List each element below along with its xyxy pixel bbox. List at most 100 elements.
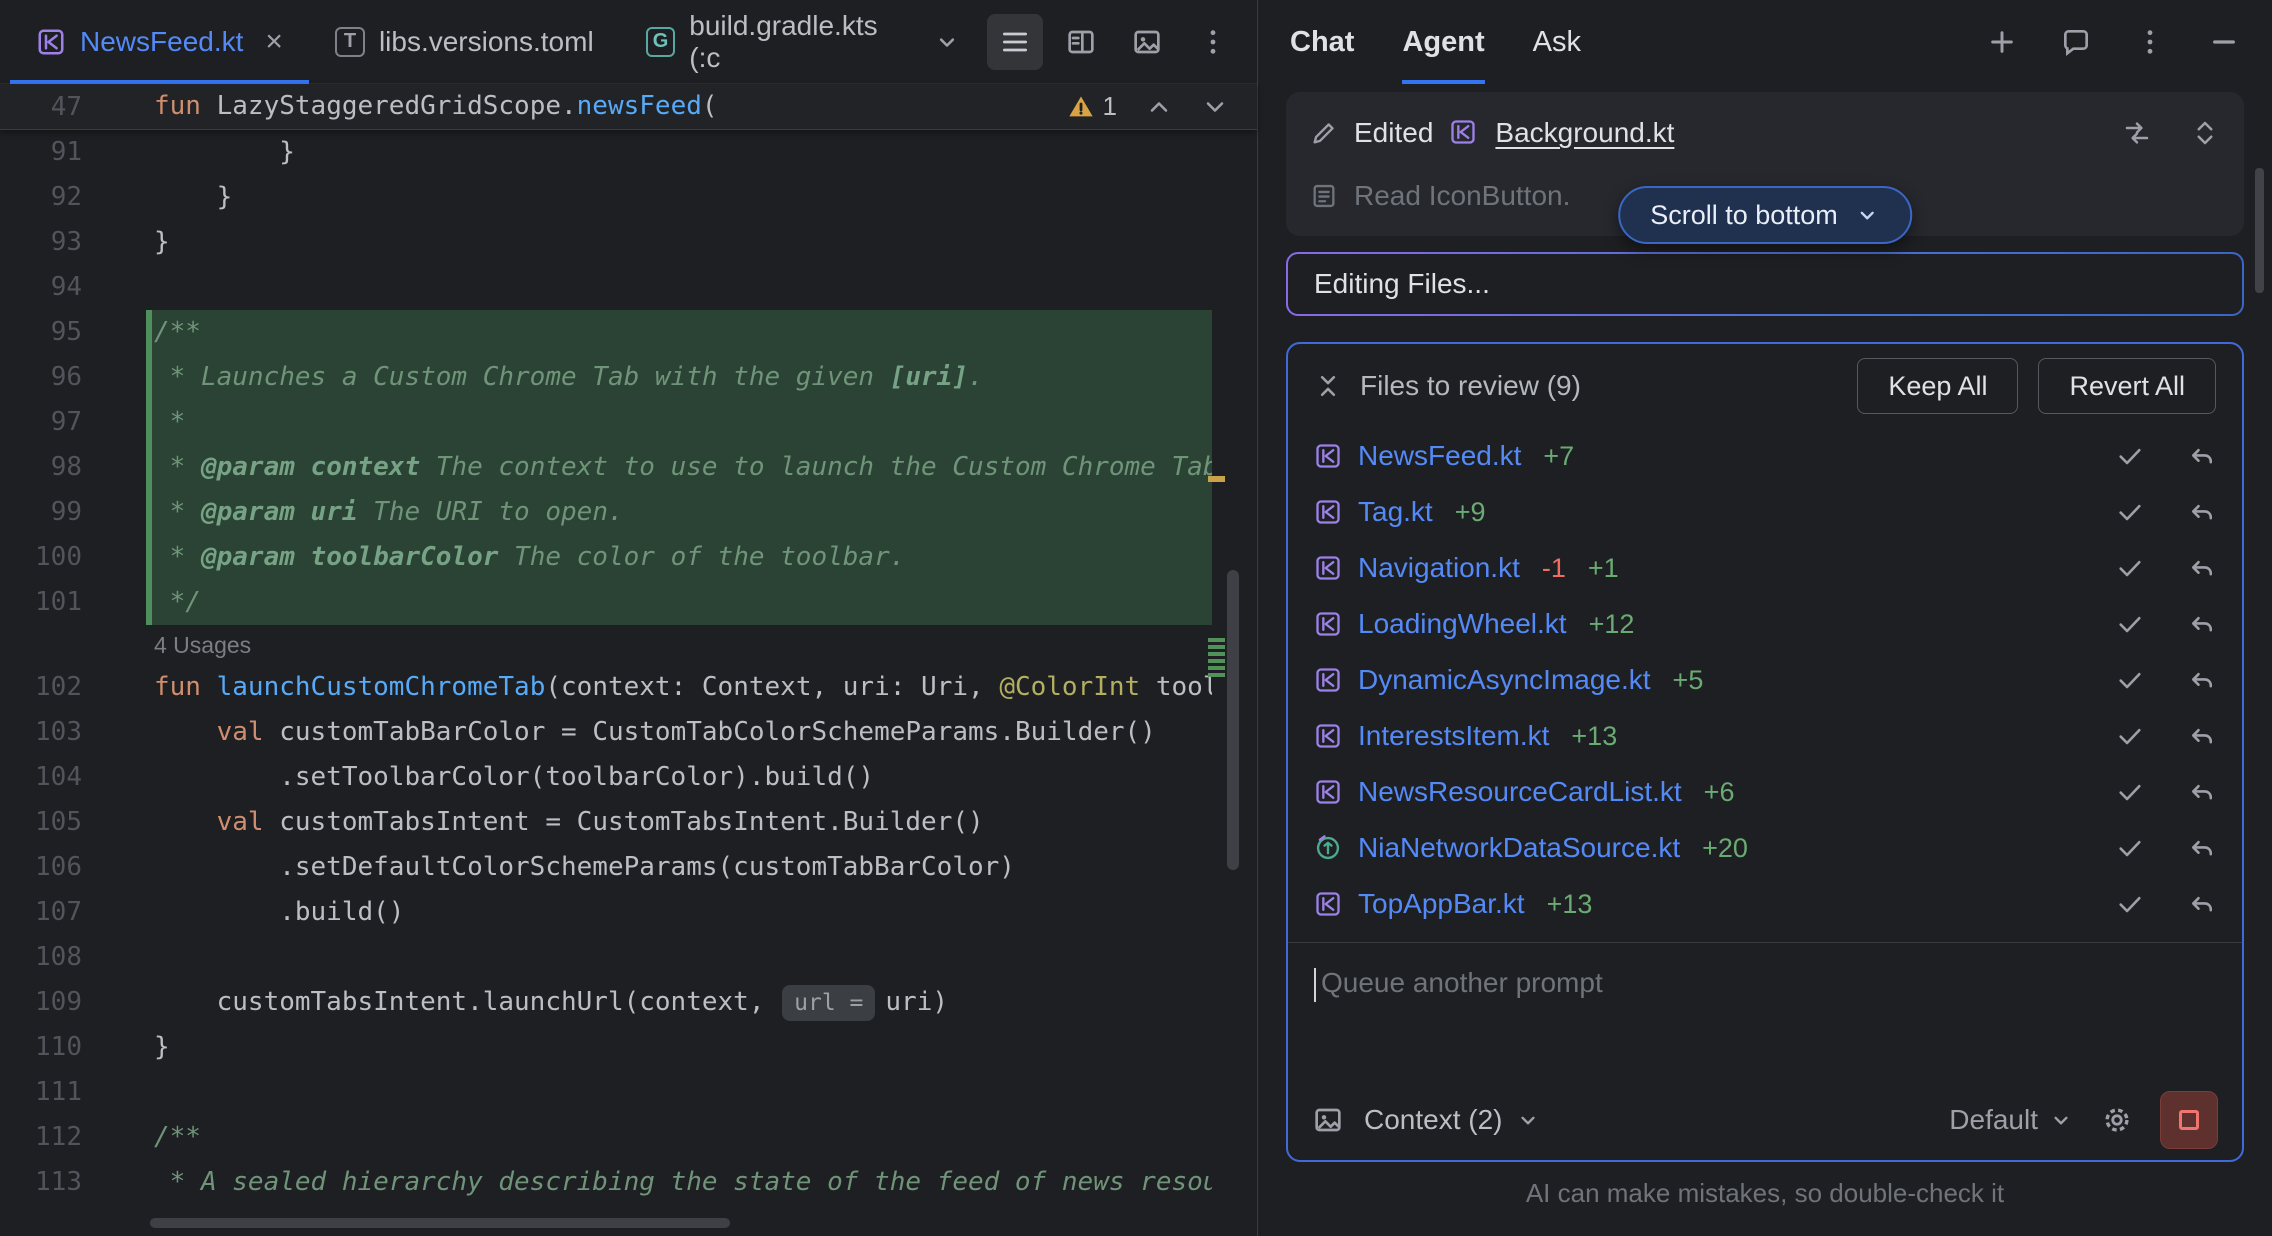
settings-gear-icon[interactable]	[2100, 1103, 2134, 1137]
more-options-kebab-icon[interactable]	[2134, 26, 2166, 58]
file-link[interactable]: TopAppBar.kt	[1358, 888, 1525, 920]
kotlin-file-icon	[36, 27, 66, 57]
tab-libs-versions-toml[interactable]: T libs.versions.toml	[309, 0, 620, 83]
hide-panel-icon[interactable]	[2208, 26, 2240, 58]
revert-file-undo-icon[interactable]	[2188, 442, 2216, 470]
warning-stripe-mark[interactable]	[1208, 476, 1225, 482]
keep-file-check-icon[interactable]	[2116, 610, 2144, 638]
diff-added-gutter-bar	[146, 355, 152, 400]
collapse-icon[interactable]	[1314, 372, 1342, 400]
stop-button[interactable]	[2160, 1091, 2218, 1149]
chat-body: Edited Background.kt	[1258, 84, 2272, 1236]
revert-file-undo-icon[interactable]	[2188, 498, 2216, 526]
tab-chat[interactable]: Chat	[1290, 0, 1354, 84]
keep-file-check-icon[interactable]	[2116, 722, 2144, 750]
revert-file-undo-icon[interactable]	[2188, 834, 2216, 862]
kotlin-file-icon	[1314, 610, 1342, 638]
file-link[interactable]: LoadingWheel.kt	[1358, 608, 1567, 640]
chat-history-icon[interactable]	[2060, 26, 2092, 58]
file-review-row: NewsResourceCardList.kt+6	[1288, 764, 2242, 820]
tab-ask[interactable]: Ask	[1533, 0, 1581, 84]
editor-tab-bar: NewsFeed.kt × T libs.versions.toml G bui…	[0, 0, 1257, 84]
next-problem-icon[interactable]	[1201, 93, 1229, 121]
editor-vertical-scrollbar[interactable]	[1227, 570, 1239, 870]
kotlin-file-icon	[1314, 442, 1342, 470]
previous-problem-icon[interactable]	[1145, 93, 1173, 121]
file-link[interactable]: Tag.kt	[1358, 496, 1433, 528]
edited-file-actions	[2122, 118, 2220, 148]
prompt-input[interactable]: Queue another prompt	[1288, 943, 2242, 1080]
file-review-row: NewsFeed.kt+7	[1288, 428, 2242, 484]
show-diff-icon[interactable]	[2122, 118, 2152, 148]
warning-badge[interactable]: 1	[1067, 91, 1117, 122]
kotlin-file-icon	[1314, 666, 1342, 694]
code-editor[interactable]: 91 }92 }93}9495/**96 * Launches a Custom…	[0, 130, 1257, 1236]
gradle-file-icon: G	[646, 27, 676, 57]
revert-file-undo-icon[interactable]	[2188, 778, 2216, 806]
file-link[interactable]: NiaNetworkDataSource.kt	[1358, 832, 1680, 864]
ai-assistant-pane: Chat Agent Ask	[1258, 0, 2272, 1236]
change-stripe-mark[interactable]	[1208, 652, 1225, 656]
keep-all-button[interactable]: Keep All	[1857, 358, 2018, 414]
scroll-to-bottom-button[interactable]: Scroll to bottom	[1618, 186, 1912, 244]
file-link[interactable]: Navigation.kt	[1358, 552, 1520, 584]
chevron-down-icon[interactable]	[933, 28, 961, 56]
sticky-code-line[interactable]: 47 fun LazyStaggeredGridScope.newsFeed( …	[0, 84, 1257, 130]
keep-file-check-icon[interactable]	[2116, 834, 2144, 862]
file-row-actions	[2116, 890, 2216, 918]
revert-all-button[interactable]: Revert All	[2038, 358, 2216, 414]
file-row-actions	[2116, 834, 2216, 862]
chat-scrollbar[interactable]	[2255, 168, 2264, 293]
revert-file-undo-icon[interactable]	[2188, 666, 2216, 694]
file-review-row: LoadingWheel.kt+12	[1288, 596, 2242, 652]
keep-file-check-icon[interactable]	[2116, 666, 2144, 694]
editor-horizontal-scrollbar[interactable]	[150, 1218, 730, 1228]
code-text: .build()	[146, 890, 1212, 935]
code-text	[146, 1070, 1212, 1115]
file-link[interactable]: NewsResourceCardList.kt	[1358, 776, 1682, 808]
line-number: 105	[0, 800, 110, 845]
change-stripe-mark[interactable]	[1208, 645, 1225, 649]
tab-agent[interactable]: Agent	[1402, 0, 1484, 84]
change-stripe-mark[interactable]	[1208, 666, 1225, 670]
file-link[interactable]: NewsFeed.kt	[1358, 440, 1521, 472]
attach-image-icon[interactable]	[1312, 1104, 1344, 1136]
code-segment: /**	[154, 1122, 201, 1152]
context-selector[interactable]: Context (2)	[1364, 1104, 1541, 1136]
expand-collapse-icon[interactable]	[2190, 118, 2220, 148]
code-text: .setToolbarColor(toolbarColor).build()	[146, 755, 1212, 800]
editor-options-kebab-icon[interactable]	[1185, 14, 1241, 70]
keep-file-check-icon[interactable]	[2116, 498, 2144, 526]
file-link[interactable]: InterestsItem.kt	[1358, 720, 1549, 752]
list-view-button[interactable]	[987, 14, 1043, 70]
revert-file-undo-icon[interactable]	[2188, 722, 2216, 750]
code-segment: *	[154, 452, 201, 482]
code-segment: customTabBarColor = CustomTabColorScheme…	[279, 717, 1156, 747]
diff-added-gutter-bar	[146, 580, 152, 625]
keep-file-check-icon[interactable]	[2116, 442, 2144, 470]
revert-file-undo-icon[interactable]	[2188, 610, 2216, 638]
text-caret	[1314, 968, 1316, 1002]
keep-file-check-icon[interactable]	[2116, 778, 2144, 806]
split-editor-button[interactable]	[1053, 14, 1109, 70]
code-line: 110}	[0, 1025, 1257, 1070]
file-link[interactable]: DynamicAsyncImage.kt	[1358, 664, 1651, 696]
line-number: 47	[0, 92, 110, 122]
keep-file-check-icon[interactable]	[2116, 890, 2144, 918]
change-stripe-mark[interactable]	[1208, 659, 1225, 663]
new-chat-icon[interactable]	[1986, 26, 2018, 58]
chat-header-actions	[1986, 0, 2240, 84]
model-selector[interactable]: Default	[1949, 1104, 2074, 1136]
tab-newsfeed-kt[interactable]: NewsFeed.kt ×	[10, 0, 309, 83]
tab-close-icon[interactable]: ×	[265, 27, 283, 57]
revert-file-undo-icon[interactable]	[2188, 890, 2216, 918]
usages-inlay-row[interactable]: 4 Usages	[0, 625, 1257, 665]
screenshot-button[interactable]	[1119, 14, 1175, 70]
edited-file-link[interactable]: Background.kt	[1495, 117, 1674, 149]
change-stripe-mark[interactable]	[1208, 638, 1225, 642]
code-text: * Launches a Custom Chrome Tab with the …	[146, 355, 1212, 400]
revert-file-undo-icon[interactable]	[2188, 554, 2216, 582]
tab-build-gradle-kts[interactable]: G build.gradle.kts (:c	[620, 0, 987, 83]
change-stripe-mark[interactable]	[1208, 673, 1225, 677]
keep-file-check-icon[interactable]	[2116, 554, 2144, 582]
